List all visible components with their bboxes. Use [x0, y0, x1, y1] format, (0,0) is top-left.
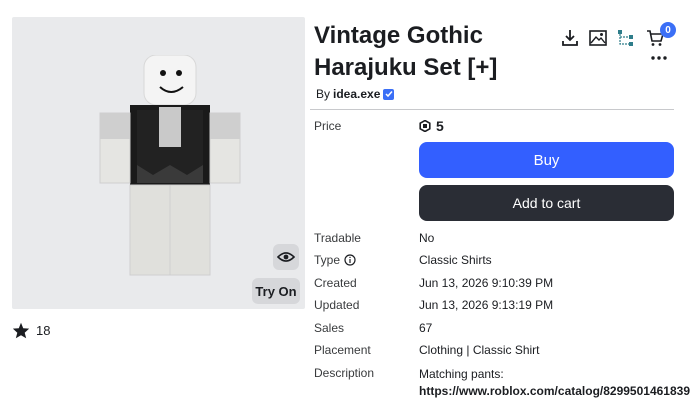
- item-title: Vintage Gothic Harajuku Set [+]: [314, 22, 498, 81]
- creator-link[interactable]: idea.exe: [333, 87, 380, 101]
- try-on-button[interactable]: Try On: [252, 278, 300, 304]
- byline: By idea.exe: [316, 87, 395, 101]
- verified-badge-icon: [383, 88, 395, 100]
- description-prefix: Matching pants:: [419, 367, 504, 381]
- more-options-button[interactable]: [650, 52, 668, 64]
- hierarchy-button[interactable]: [616, 28, 636, 48]
- star-icon: [12, 322, 30, 339]
- price-amount: 5: [436, 118, 444, 134]
- preview-3d-toggle[interactable]: [273, 244, 299, 270]
- image-icon: [589, 30, 607, 46]
- header-divider: [310, 109, 674, 110]
- sales-value: 67: [419, 321, 433, 335]
- hierarchy-icon: [618, 30, 633, 46]
- created-value: Jun 13, 2026 9:10:39 PM: [419, 276, 554, 290]
- type-value: Classic Shirts: [419, 253, 492, 267]
- description-link[interactable]: https://www.roblox.com/catalog/829950146…: [419, 384, 690, 398]
- download-button[interactable]: [560, 28, 580, 48]
- eye-icon: [277, 252, 295, 262]
- tradable-label: Tradable: [314, 231, 361, 245]
- more-icon: [651, 56, 667, 60]
- placement-label: Placement: [314, 343, 371, 357]
- cart-count-badge: 0: [660, 22, 676, 38]
- description-text: Matching pants: https://www.roblox.com/c…: [419, 366, 690, 400]
- type-label-text: Type: [314, 253, 341, 267]
- robux-icon: [419, 120, 431, 132]
- avatar-thumbnail: [99, 55, 241, 276]
- item-preview: [12, 17, 305, 309]
- price-value: 5: [419, 118, 444, 134]
- type-label: Type: [314, 253, 356, 267]
- sales-label: Sales: [314, 321, 345, 335]
- buy-button[interactable]: Buy: [419, 142, 674, 178]
- image-button[interactable]: [588, 28, 608, 48]
- info-icon[interactable]: [344, 254, 356, 266]
- price-label: Price: [314, 119, 342, 133]
- description-label: Description: [314, 366, 375, 380]
- tradable-value: No: [419, 231, 435, 245]
- updated-label: Updated: [314, 298, 360, 312]
- add-to-cart-button[interactable]: Add to cart: [419, 185, 674, 221]
- updated-value: Jun 13, 2026 9:13:19 PM: [419, 298, 554, 312]
- placement-value: Clothing | Classic Shirt: [419, 343, 540, 357]
- download-icon: [562, 30, 578, 46]
- created-label: Created: [314, 276, 357, 290]
- by-prefix: By: [316, 87, 331, 101]
- favorite-toggle[interactable]: 18: [12, 322, 50, 339]
- favorite-count: 18: [36, 323, 51, 338]
